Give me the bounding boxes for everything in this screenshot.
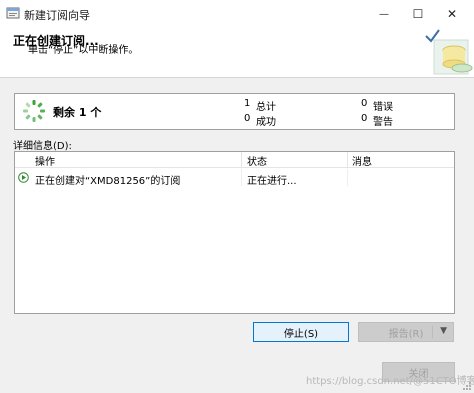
column-header-status[interactable]: 状态	[243, 153, 347, 168]
total-count: 1	[244, 98, 251, 109]
report-button[interactable]: 报告(R) ▼	[358, 322, 454, 342]
details-label: 详细信息(D):	[13, 141, 72, 152]
warning-label: 警告	[373, 117, 393, 128]
wizard-header: 正在创建订阅... 单击“停止”以中断操作。	[0, 28, 474, 78]
stop-button-label: 停止(S)	[283, 328, 319, 340]
table-row[interactable]: 正在创建对“XMD81256”的订阅 正在进行...	[15, 169, 454, 187]
remaining-count: 剩余 1 个	[53, 106, 102, 119]
title-bar: 新建订阅向导 — ☐ ✕	[0, 0, 474, 28]
error-label: 错误	[373, 102, 393, 113]
watermark-text: https://blog.csdn.net/@51CTO博客	[306, 376, 474, 387]
maximize-icon: ☐	[412, 7, 424, 21]
details-table[interactable]: 操作 状态 消息 正在创建对“XMD81256”的订阅 正在进行...	[14, 151, 455, 314]
minimize-icon: —	[379, 8, 389, 20]
cell-divider	[241, 169, 242, 186]
table-header: 操作 状态 消息	[15, 152, 454, 168]
progress-summary: 剩余 1 个 1 总计 0 成功 0 错误 0 警告	[14, 93, 455, 130]
report-button-label: 报告(R)	[388, 328, 424, 340]
progress-spinner-icon	[23, 100, 45, 122]
wizard-graphic-icon	[425, 29, 473, 75]
success-count: 0	[244, 113, 251, 124]
success-label: 成功	[256, 117, 276, 128]
column-divider[interactable]	[241, 152, 242, 168]
page-subtitle: 单击“停止”以中断操作。	[28, 45, 139, 56]
column-header-message[interactable]: 消息	[348, 153, 448, 168]
close-window-button[interactable]: ✕	[432, 0, 472, 28]
row-status: 正在进行...	[247, 176, 297, 187]
close-icon: ✕	[446, 7, 458, 21]
cell-divider	[347, 169, 348, 186]
chevron-down-icon[interactable]: ▼	[440, 326, 447, 336]
row-action: 正在创建对“XMD81256”的订阅	[35, 176, 181, 187]
column-header-action[interactable]: 操作	[31, 153, 241, 168]
total-label: 总计	[256, 102, 276, 113]
resize-grip-icon[interactable]	[462, 381, 472, 391]
report-divider	[432, 326, 433, 338]
window-title: 新建订阅向导	[24, 9, 90, 22]
app-icon	[6, 7, 20, 19]
play-arrow-icon	[18, 172, 29, 183]
error-count: 0	[361, 98, 368, 109]
warning-count: 0	[361, 113, 368, 124]
stop-button[interactable]: 停止(S)	[253, 322, 349, 342]
